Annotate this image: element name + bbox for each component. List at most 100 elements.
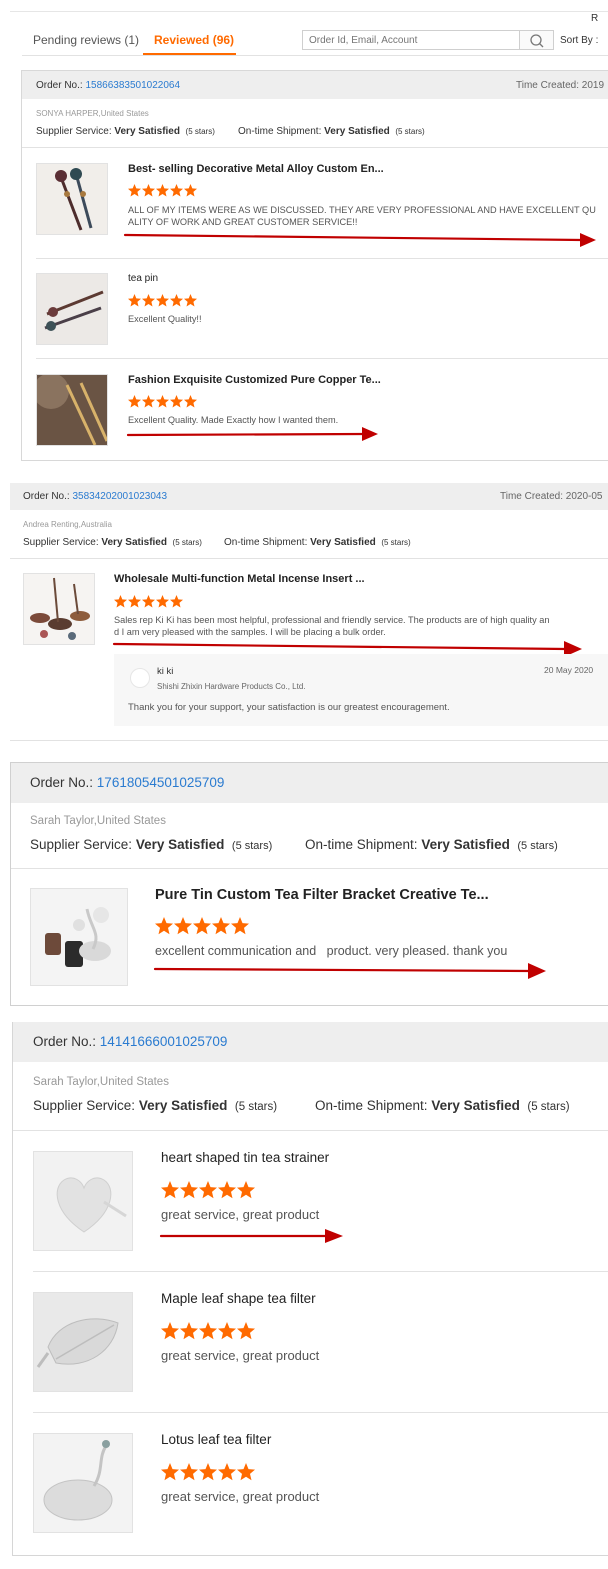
product-image <box>45 907 111 967</box>
star-icon <box>180 1322 198 1340</box>
divider <box>33 1271 608 1272</box>
product-image <box>30 577 90 640</box>
product-image <box>36 1318 119 1368</box>
divider <box>10 558 608 559</box>
star-icon <box>142 294 155 307</box>
tab-reviewed[interactable]: Reviewed (96) <box>154 33 234 47</box>
product-thumbnail[interactable] <box>36 163 108 235</box>
rating-stars <box>128 294 198 307</box>
rating-stars <box>114 595 184 608</box>
review-text: Sales rep Ki Ki has been most helpful, p… <box>114 615 550 637</box>
star-icon <box>155 917 173 935</box>
order-number-link[interactable]: 17618054501025709 <box>97 775 225 790</box>
product-title[interactable]: Fashion Exquisite Customized Pure Copper… <box>128 374 381 386</box>
product-thumbnail[interactable] <box>23 573 95 645</box>
supplier-service-rating: Supplier Service: Very Satisfied (5 star… <box>30 837 273 852</box>
star-icon <box>237 1463 255 1481</box>
shipment-rating: On-time Shipment: Very Satisfied (5 star… <box>315 1098 570 1113</box>
rating-stars <box>128 184 198 197</box>
reply-author: ki ki <box>157 666 174 677</box>
star-icon <box>142 395 155 408</box>
product-title[interactable]: Lotus leaf tea filter <box>161 1432 271 1447</box>
rating-stars <box>161 1322 257 1340</box>
star-icon <box>161 1181 179 1199</box>
star-icon <box>237 1181 255 1199</box>
product-title[interactable]: Maple leaf shape tea filter <box>161 1291 316 1306</box>
rating-stars <box>128 395 198 408</box>
star-icon <box>170 294 183 307</box>
star-icon <box>170 595 183 608</box>
divider <box>13 1130 608 1131</box>
buyer-name: SONYA HARPER,United States <box>36 109 149 118</box>
corner-letter: R <box>591 13 599 24</box>
star-icon <box>237 1322 255 1340</box>
time-created: Time Created: 2019 <box>516 80 605 91</box>
shipment-rating: On-time Shipment: Very Satisfied (5 star… <box>305 837 558 852</box>
reply-date: 20 May 2020 <box>544 665 594 675</box>
product-image <box>56 1177 127 1233</box>
rating-stars <box>161 1463 257 1481</box>
tab-pending-reviews[interactable]: Pending reviews (1) <box>33 33 139 47</box>
star-icon <box>212 917 230 935</box>
time-created: Time Created: 2020-05 <box>500 491 603 502</box>
star-icon <box>218 1181 236 1199</box>
star-icon <box>170 395 183 408</box>
star-icon <box>193 917 211 935</box>
reply-company: Shishi Zhixin Hardware Products Co., Ltd… <box>157 682 306 691</box>
star-icon <box>142 595 155 608</box>
product-title[interactable]: tea pin <box>128 273 158 284</box>
search-button[interactable] <box>519 30 554 50</box>
product-title[interactable]: Pure Tin Custom Tea Filter Bracket Creat… <box>155 887 489 903</box>
avatar <box>130 668 150 688</box>
annotation-arrow <box>159 1229 343 1243</box>
top-bar: R Pending reviews (1) Reviewed (96) Sort… <box>0 0 608 58</box>
star-icon <box>128 595 141 608</box>
product-thumbnail[interactable] <box>30 888 128 986</box>
product-thumbnail[interactable] <box>33 1433 133 1533</box>
star-icon <box>184 184 197 197</box>
product-image <box>55 168 93 231</box>
product-thumbnail[interactable] <box>36 273 108 345</box>
product-thumbnail[interactable] <box>36 374 108 446</box>
star-icon <box>156 595 169 608</box>
order-number: Order No.: 17618054501025709 <box>30 775 225 790</box>
star-icon <box>231 917 249 935</box>
star-icon <box>156 395 169 408</box>
product-image <box>37 375 107 445</box>
product-thumbnail[interactable] <box>33 1151 133 1251</box>
product-title[interactable]: Best- selling Decorative Metal Alloy Cus… <box>128 163 384 175</box>
order-number-link[interactable]: 14141666001025709 <box>100 1034 228 1049</box>
divider <box>11 868 608 869</box>
order-number-link[interactable]: 35834202001023043 <box>72 491 167 502</box>
review-text: ALL OF MY ITEMS WERE AS WE DISCUSSED. TH… <box>128 205 596 227</box>
top-divider <box>10 11 608 12</box>
product-title[interactable]: heart shaped tin tea strainer <box>161 1150 329 1165</box>
star-icon <box>184 395 197 408</box>
order-number: Order No.: 35834202001023043 <box>23 491 168 502</box>
review-text: Excellent Quality!! <box>128 314 202 324</box>
supplier-service-rating: Supplier Service: Very Satisfied (5 star… <box>23 537 202 548</box>
product-image <box>43 1440 113 1521</box>
search-input[interactable] <box>302 30 520 50</box>
buyer-name: Sarah Taylor,United States <box>30 815 166 827</box>
star-icon <box>180 1463 198 1481</box>
product-thumbnail[interactable] <box>33 1292 133 1392</box>
star-icon <box>218 1463 236 1481</box>
tabs-divider <box>22 55 608 56</box>
product-title[interactable]: Wholesale Multi-function Metal Incense I… <box>114 573 365 585</box>
order-number-link[interactable]: 15866383501022064 <box>85 80 180 91</box>
order-number: Order No.: 15866383501022064 <box>36 80 181 91</box>
supplier-service-rating: Supplier Service: Very Satisfied (5 star… <box>36 126 215 137</box>
review-text: excellent communication and product. ver… <box>155 944 508 958</box>
supplier-service-rating: Supplier Service: Very Satisfied (5 star… <box>33 1098 278 1113</box>
reply-text: Thank you for your support, your satisfa… <box>128 702 450 713</box>
star-icon <box>161 1322 179 1340</box>
rating-stars <box>161 1181 257 1199</box>
buyer-name: Sarah Taylor,United States <box>33 1076 169 1088</box>
sort-by-label[interactable]: Sort By : <box>560 35 598 46</box>
star-icon <box>128 294 141 307</box>
rating-stars <box>155 917 251 935</box>
shipment-rating: On-time Shipment: Very Satisfied (5 star… <box>238 126 425 137</box>
divider <box>10 740 608 741</box>
star-icon <box>128 395 141 408</box>
